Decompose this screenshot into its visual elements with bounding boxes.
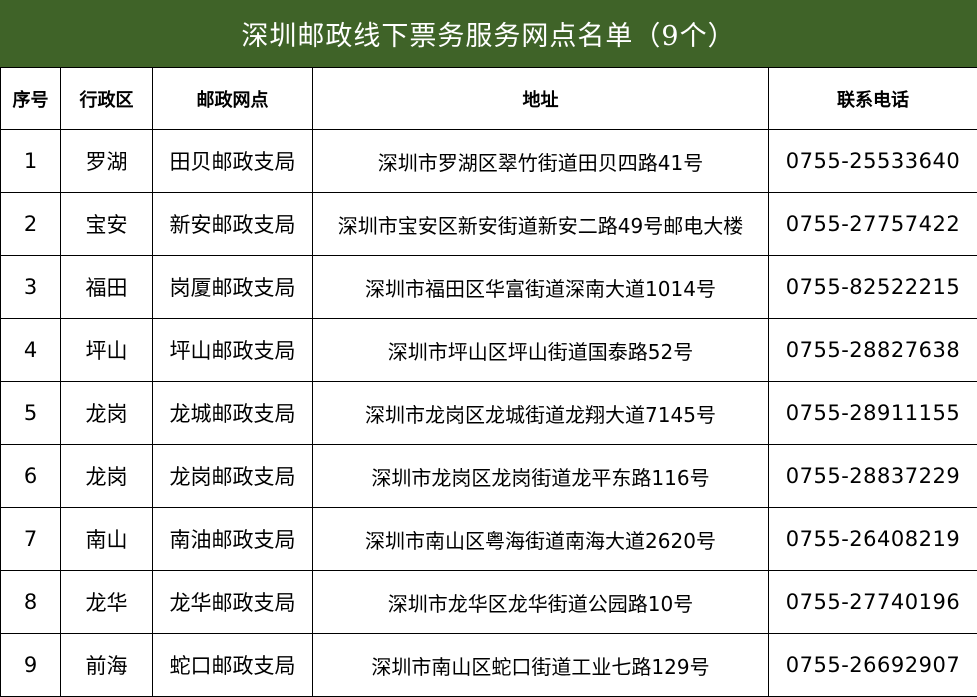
cell-address: 深圳市福田区华富街道深南大道1014号 [312, 255, 769, 319]
cell-district: 龙岗 [60, 444, 153, 508]
header-phone: 联系电话 [768, 67, 977, 130]
cell-outlet: 龙城邮政支局 [152, 381, 313, 445]
cell-district: 宝安 [60, 192, 153, 256]
table-header-row: 序号 行政区 邮政网点 地址 联系电话 [0, 67, 977, 130]
cell-outlet: 坪山邮政支局 [152, 318, 313, 382]
cell-district: 福田 [60, 255, 153, 319]
cell-outlet: 南油邮政支局 [152, 507, 313, 571]
outlet-table: 序号 行政区 邮政网点 地址 联系电话 1 罗湖 田贝邮政支局 深圳市罗湖区翠竹… [0, 67, 977, 697]
cell-index: 3 [0, 255, 61, 319]
table-row: 3 福田 岗厦邮政支局 深圳市福田区华富街道深南大道1014号 0755-825… [0, 255, 977, 319]
cell-phone: 0755-28837229 [768, 444, 977, 508]
table-row: 6 龙岗 龙岗邮政支局 深圳市龙岗区龙岗街道龙平东路116号 0755-2883… [0, 444, 977, 508]
table-row: 1 罗湖 田贝邮政支局 深圳市罗湖区翠竹街道田贝四路41号 0755-25533… [0, 129, 977, 193]
cell-district: 南山 [60, 507, 153, 571]
table-row: 4 坪山 坪山邮政支局 深圳市坪山区坪山街道国泰路52号 0755-288276… [0, 318, 977, 382]
outlet-list-sheet: 深圳邮政线下票务服务网点名单（9个） 序号 行政区 邮政网点 地址 联系电话 1… [0, 0, 977, 697]
header-address: 地址 [312, 67, 769, 130]
cell-phone: 0755-27740196 [768, 570, 977, 634]
cell-address: 深圳市龙岗区龙城街道龙翔大道7145号 [312, 381, 769, 445]
cell-address: 深圳市南山区粤海街道南海大道2620号 [312, 507, 769, 571]
cell-phone: 0755-26408219 [768, 507, 977, 571]
cell-outlet: 蛇口邮政支局 [152, 633, 313, 697]
header-outlet: 邮政网点 [152, 67, 313, 130]
cell-outlet: 龙岗邮政支局 [152, 444, 313, 508]
cell-address: 深圳市龙华区龙华街道公园路10号 [312, 570, 769, 634]
cell-address: 深圳市宝安区新安街道新安二路49号邮电大楼 [312, 192, 769, 256]
cell-index: 9 [0, 633, 61, 697]
cell-address: 深圳市坪山区坪山街道国泰路52号 [312, 318, 769, 382]
cell-district: 龙华 [60, 570, 153, 634]
page-title: 深圳邮政线下票务服务网点名单（9个） [0, 0, 977, 67]
cell-outlet: 田贝邮政支局 [152, 129, 313, 193]
cell-phone: 0755-26692907 [768, 633, 977, 697]
cell-index: 7 [0, 507, 61, 571]
cell-address: 深圳市南山区蛇口街道工业七路129号 [312, 633, 769, 697]
cell-outlet: 龙华邮政支局 [152, 570, 313, 634]
table-row: 5 龙岗 龙城邮政支局 深圳市龙岗区龙城街道龙翔大道7145号 0755-289… [0, 381, 977, 445]
cell-address: 深圳市罗湖区翠竹街道田贝四路41号 [312, 129, 769, 193]
table-row: 2 宝安 新安邮政支局 深圳市宝安区新安街道新安二路49号邮电大楼 0755-2… [0, 192, 977, 256]
cell-index: 5 [0, 381, 61, 445]
cell-phone: 0755-28911155 [768, 381, 977, 445]
table-row: 9 前海 蛇口邮政支局 深圳市南山区蛇口街道工业七路129号 0755-2669… [0, 633, 977, 697]
cell-outlet: 岗厦邮政支局 [152, 255, 313, 319]
cell-district: 罗湖 [60, 129, 153, 193]
cell-district: 前海 [60, 633, 153, 697]
cell-outlet: 新安邮政支局 [152, 192, 313, 256]
cell-phone: 0755-25533640 [768, 129, 977, 193]
cell-index: 4 [0, 318, 61, 382]
cell-phone: 0755-82522215 [768, 255, 977, 319]
table-row: 7 南山 南油邮政支局 深圳市南山区粤海街道南海大道2620号 0755-264… [0, 507, 977, 571]
cell-phone: 0755-27757422 [768, 192, 977, 256]
cell-index: 6 [0, 444, 61, 508]
cell-index: 8 [0, 570, 61, 634]
header-district: 行政区 [60, 67, 153, 130]
cell-phone: 0755-28827638 [768, 318, 977, 382]
cell-index: 1 [0, 129, 61, 193]
cell-address: 深圳市龙岗区龙岗街道龙平东路116号 [312, 444, 769, 508]
cell-district: 龙岗 [60, 381, 153, 445]
cell-index: 2 [0, 192, 61, 256]
table-row: 8 龙华 龙华邮政支局 深圳市龙华区龙华街道公园路10号 0755-277401… [0, 570, 977, 634]
header-index: 序号 [0, 67, 61, 130]
cell-district: 坪山 [60, 318, 153, 382]
